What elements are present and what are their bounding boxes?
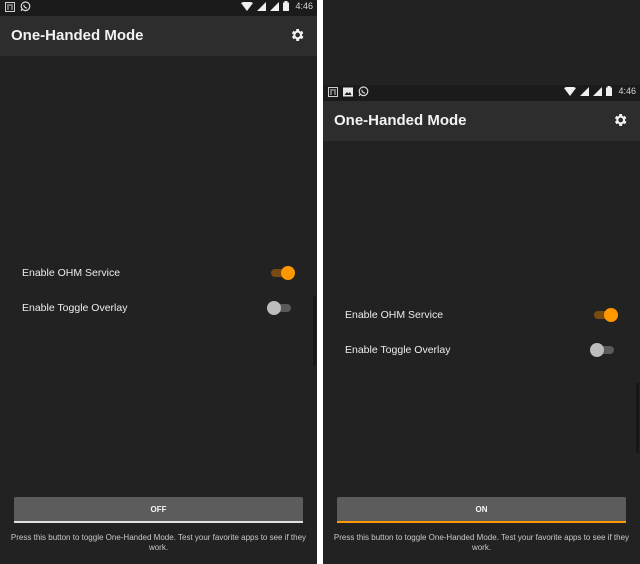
- setting-label: Enable Toggle Overlay: [22, 302, 128, 314]
- setting-enable-ohm-service[interactable]: Enable OHM Service: [345, 304, 618, 326]
- wifi-icon: [241, 1, 254, 11]
- status-bar: 4:46: [323, 85, 640, 101]
- app-bar: One-Handed Mode: [323, 101, 640, 141]
- battery-icon: [606, 86, 613, 96]
- setting-label: Enable OHM Service: [345, 309, 444, 321]
- whatsapp-icon: [358, 86, 369, 97]
- ohm-service-switch[interactable]: [592, 308, 618, 322]
- scroll-indicator: [313, 296, 316, 366]
- switch-thumb: [604, 308, 618, 322]
- one-handed-toggle-button[interactable]: OFF: [14, 497, 303, 523]
- toggle-hint-text: Press this button to toggle One-Handed M…: [333, 533, 630, 552]
- setting-enable-toggle-overlay[interactable]: Enable Toggle Overlay: [22, 297, 293, 319]
- wifi-icon: [564, 86, 577, 96]
- signal-icon: [257, 1, 267, 11]
- page-title: One-Handed Mode: [334, 112, 467, 129]
- gear-icon[interactable]: [612, 112, 628, 128]
- notification-grid-icon: [328, 86, 338, 97]
- status-time: 4:46: [295, 1, 313, 11]
- notification-grid-icon: [5, 1, 15, 12]
- screen-on-state: 4:46 One-Handed Mode Enable OHM Service …: [323, 0, 640, 564]
- screen-off-state: 4:46 One-Handed Mode Enable OHM Service …: [0, 0, 317, 564]
- scroll-indicator: [636, 383, 639, 453]
- setting-enable-toggle-overlay[interactable]: Enable Toggle Overlay: [345, 339, 616, 361]
- toggle-hint-text: Press this button to toggle One-Handed M…: [10, 533, 307, 552]
- one-handed-toggle-button[interactable]: ON: [337, 497, 626, 523]
- signal-icon: [580, 86, 590, 96]
- toggle-overlay-switch[interactable]: [590, 343, 616, 357]
- gear-icon[interactable]: [289, 27, 305, 43]
- signal-icon: [593, 86, 603, 96]
- image-icon: [343, 87, 353, 96]
- switch-thumb: [267, 301, 281, 315]
- switch-thumb: [281, 266, 295, 280]
- setting-label: Enable Toggle Overlay: [345, 344, 451, 356]
- app-bar: One-Handed Mode: [0, 16, 317, 56]
- toggle-overlay-switch[interactable]: [267, 301, 293, 315]
- setting-enable-ohm-service[interactable]: Enable OHM Service: [22, 262, 295, 284]
- status-time: 4:46: [618, 86, 636, 96]
- battery-icon: [283, 1, 290, 11]
- signal-icon: [270, 1, 280, 11]
- status-bar: 4:46: [0, 0, 317, 16]
- whatsapp-icon: [20, 1, 31, 12]
- ohm-service-switch[interactable]: [269, 266, 295, 280]
- switch-thumb: [590, 343, 604, 357]
- page-title: One-Handed Mode: [11, 27, 144, 44]
- setting-label: Enable OHM Service: [22, 267, 121, 279]
